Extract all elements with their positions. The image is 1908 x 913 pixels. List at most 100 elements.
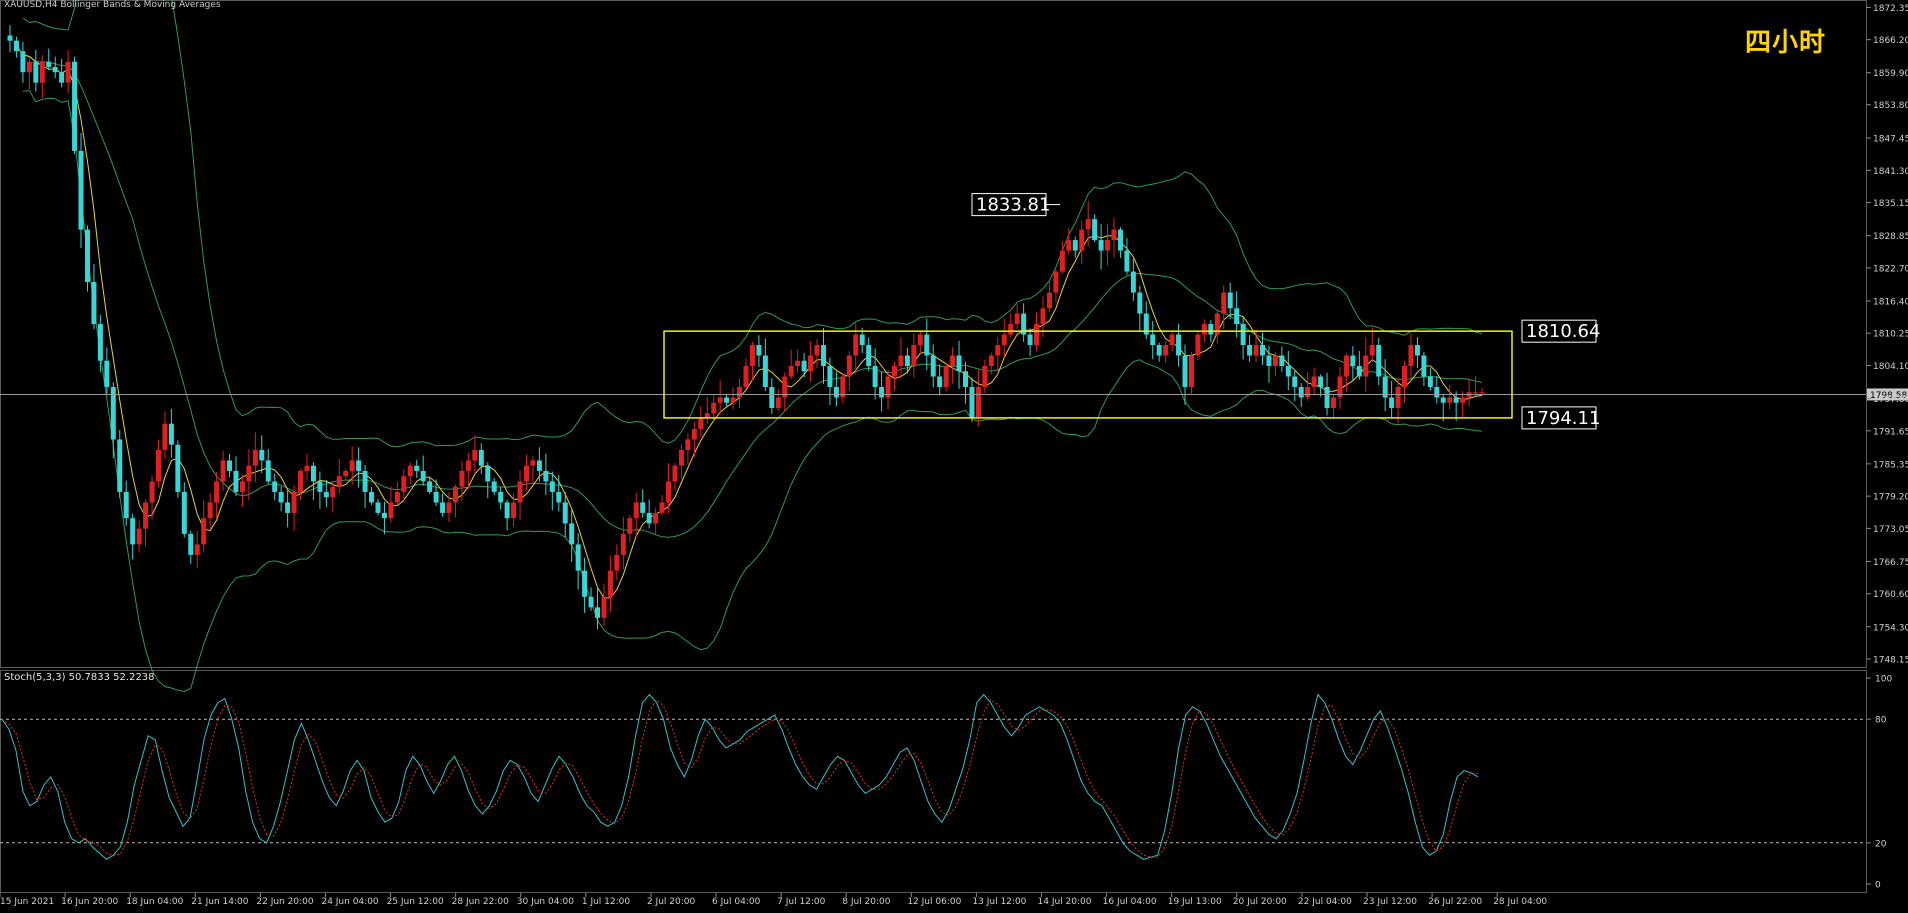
- candle-bearish: [924, 334, 930, 356]
- candle-bullish: [1008, 324, 1014, 335]
- candle-bearish: [259, 449, 265, 461]
- candle-bullish: [1066, 240, 1072, 251]
- time-tick-label: 22 Jun 20:00: [256, 897, 313, 907]
- candle-bullish: [1305, 386, 1311, 398]
- stoch-tick-label: 0: [1875, 881, 1881, 891]
- candle-bullish: [1046, 292, 1052, 309]
- time-tick-label: 16 Jun 20:00: [61, 897, 118, 907]
- candle-bearish: [13, 40, 19, 52]
- candle-bullish: [452, 486, 458, 503]
- price-tick-label: 1791.65: [1873, 427, 1908, 437]
- candle-bearish: [575, 544, 581, 571]
- candle-bearish: [595, 607, 601, 618]
- candle-bullish: [730, 397, 736, 403]
- overlays-group: 1798.581810.641794.111833.81: [0, 193, 1908, 430]
- candle-bullish: [1188, 355, 1194, 387]
- candle-bullish: [459, 470, 465, 487]
- candle-bullish: [143, 502, 149, 529]
- candle-bullish: [446, 502, 452, 513]
- stoch-group: 100 80 20 0: [0, 675, 1892, 891]
- candle-bearish: [181, 491, 187, 534]
- candle-bullish: [917, 334, 923, 346]
- stoch-signal-line: [1, 699, 1478, 858]
- candle-bearish: [762, 355, 768, 387]
- candle-bullish: [220, 460, 226, 482]
- candle-bullish: [1402, 366, 1408, 387]
- candle-bullish: [982, 366, 988, 387]
- candle-bearish: [1240, 324, 1246, 346]
- time-tick-label: 23 Jul 12:00: [1363, 897, 1417, 907]
- candle-bearish: [1137, 292, 1143, 314]
- candle-bullish: [1040, 308, 1046, 325]
- chart-root: 1798.58 1810.64 1794.11 1833.81 1872.35 1866…: [0, 0, 1908, 909]
- candle-bearish: [356, 460, 362, 471]
- candle-bullish: [975, 386, 981, 419]
- price-tick-label: 1748.15: [1873, 656, 1908, 666]
- candle-bullish: [65, 61, 71, 83]
- candle-bearish: [1285, 366, 1291, 377]
- range-top-label: 1810.64: [1526, 321, 1600, 342]
- candle-bullish: [749, 345, 755, 367]
- price-tick-label: 1797.80: [1873, 395, 1908, 405]
- candle-bearish: [1234, 308, 1240, 325]
- candle-bearish: [1292, 376, 1298, 387]
- candle-bearish: [1176, 334, 1182, 356]
- candle-bullish: [795, 360, 801, 367]
- candle-bullish: [666, 481, 672, 503]
- candle-bullish: [911, 345, 917, 367]
- candle-bearish: [375, 502, 381, 513]
- price-tick-label: 1872.35: [1873, 4, 1908, 14]
- candle-bullish: [194, 544, 200, 555]
- candle-bullish: [523, 465, 529, 482]
- time-tick-label: 28 Jul 04:00: [1493, 897, 1547, 907]
- candle-bearish: [1150, 334, 1156, 346]
- candle-bearish: [549, 481, 555, 492]
- candle-bullish: [891, 366, 897, 377]
- price-tick-label: 1853.80: [1873, 101, 1908, 111]
- candle-bearish: [859, 334, 865, 346]
- candle-bullish: [1001, 334, 1007, 346]
- bollinger-middle-band: [22, 54, 1483, 538]
- candle-bullish: [246, 465, 252, 482]
- stoch-tick-label: 80: [1875, 716, 1887, 726]
- candle-bearish: [930, 355, 936, 377]
- candle-bullish: [349, 460, 355, 471]
- candle-bullish: [336, 476, 342, 487]
- candle-bearish: [588, 596, 594, 608]
- candle-bullish: [407, 465, 413, 477]
- candle-bearish: [1421, 355, 1427, 377]
- candle-bearish: [536, 460, 542, 471]
- time-tick-label: 30 Jun 04:00: [517, 897, 574, 907]
- candle-bullish: [601, 596, 607, 618]
- moving-average-line: [16, 45, 1483, 599]
- candles-group: [7, 25, 1485, 630]
- candle-bearish: [498, 491, 504, 503]
- candle-bearish: [427, 481, 433, 492]
- time-tick-label: 15 Jun 2021: [0, 897, 54, 907]
- candle-bearish: [272, 481, 278, 492]
- candle-bullish: [1059, 250, 1065, 272]
- candle-bullish: [653, 512, 659, 524]
- candle-bearish: [1182, 355, 1188, 387]
- candle-bullish: [717, 397, 723, 403]
- time-tick-label: 2 Jul 20:00: [647, 897, 696, 907]
- candle-bullish: [291, 491, 297, 513]
- candle-bearish: [323, 491, 329, 498]
- price-chart-svg: 1798.581810.641794.111833.81 1872.351866…: [0, 0, 1908, 907]
- candle-bullish: [846, 355, 852, 377]
- candle-bullish: [678, 449, 684, 466]
- candle-bearish: [879, 386, 885, 398]
- candle-bearish: [827, 366, 833, 387]
- time-tick-label: 8 Jul 20:00: [842, 897, 891, 907]
- candle-bullish: [607, 570, 613, 597]
- candle-bearish: [969, 386, 975, 419]
- candle-bearish: [72, 61, 78, 151]
- time-tick-label: 6 Jul 04:00: [712, 897, 761, 907]
- time-tick-label: 16 Jul 04:00: [1103, 897, 1157, 907]
- candle-bullish: [1105, 240, 1111, 251]
- price-tick-label: 1816.40: [1873, 297, 1908, 307]
- price-tick-label: 1766.75: [1873, 558, 1908, 568]
- candle-bearish: [104, 360, 110, 387]
- candle-bearish: [904, 355, 910, 367]
- candle-bearish: [1356, 366, 1362, 377]
